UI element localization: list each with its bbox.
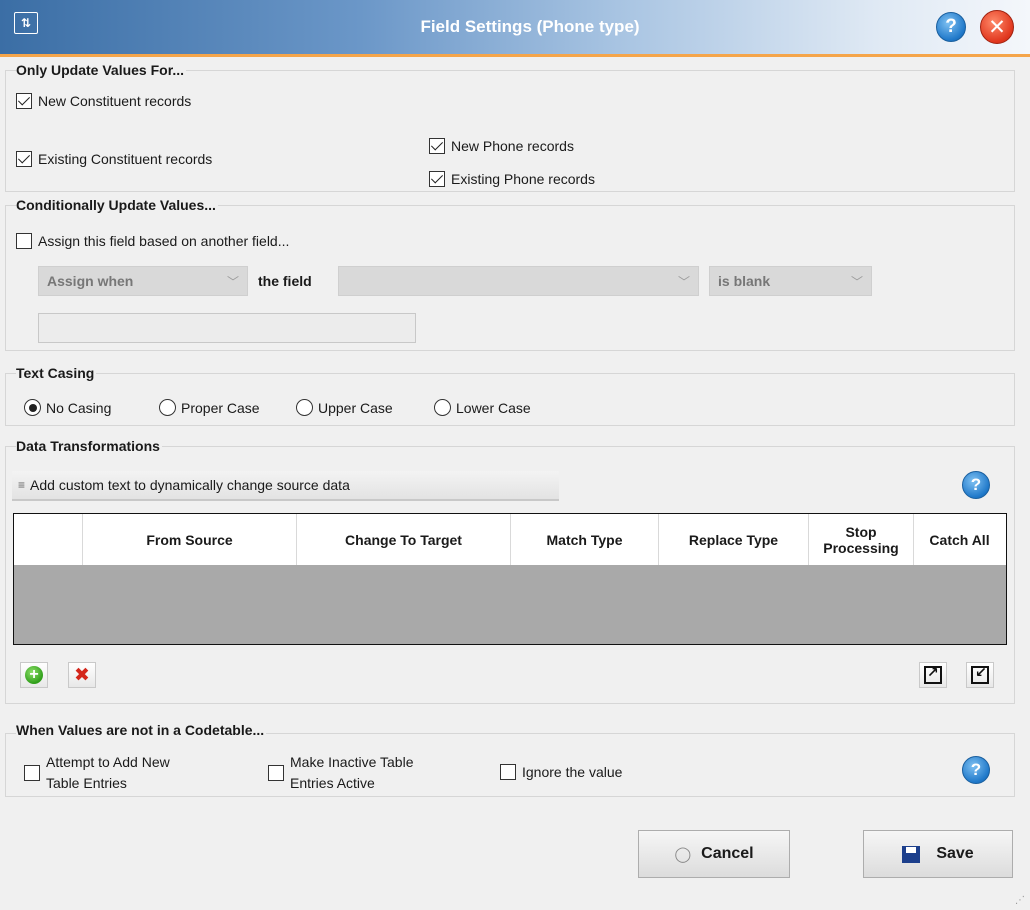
existing-constituent-label: Existing Constituent records bbox=[38, 151, 213, 167]
plus-circle-icon: + bbox=[25, 666, 43, 684]
title-bar: ⇅ Field Settings (Phone type) ? ✕ bbox=[0, 0, 1030, 57]
transformations-table[interactable]: From Source Change To Target Match Type … bbox=[13, 513, 1007, 645]
make-active-label: Make Inactive Table Entries Active bbox=[290, 752, 413, 794]
checkbox-box[interactable] bbox=[24, 765, 40, 781]
radio-label: Upper Case bbox=[318, 399, 393, 416]
radio-label: Lower Case bbox=[456, 399, 531, 416]
checkbox-box[interactable] bbox=[429, 171, 445, 187]
radio-lower-case[interactable]: Lower Case bbox=[434, 399, 531, 416]
assign-field-checkbox[interactable]: Assign this field based on another field… bbox=[16, 233, 289, 249]
attempt-add-checkbox[interactable]: Attempt to Add New Table Entries bbox=[24, 752, 170, 794]
chevron-down-icon: ﹀ bbox=[226, 275, 239, 289]
column-header[interactable]: From Source bbox=[83, 514, 297, 565]
radio-label: No Casing bbox=[46, 399, 112, 416]
new-constituent-checkbox[interactable]: New Constituent records bbox=[16, 93, 191, 109]
add-custom-text-label: Add custom text to dynamically change so… bbox=[30, 477, 350, 493]
radio-label: Proper Case bbox=[181, 399, 260, 416]
help-icon[interactable]: ? bbox=[962, 756, 990, 784]
ignore-value-checkbox[interactable]: Ignore the value bbox=[500, 764, 622, 780]
radio-proper-case[interactable]: Proper Case bbox=[159, 399, 260, 416]
save-label: Save bbox=[936, 845, 974, 862]
checkbox-box[interactable] bbox=[268, 765, 284, 781]
checkbox-box[interactable] bbox=[500, 764, 516, 780]
help-icon[interactable]: ? bbox=[936, 12, 966, 42]
column-header[interactable]: Change To Target bbox=[297, 514, 511, 565]
make-active-line2: Entries Active bbox=[290, 775, 375, 791]
assign-when-select[interactable]: Assign when ﹀ bbox=[38, 266, 248, 296]
codetable-title: When Values are not in a Codetable... bbox=[16, 722, 267, 738]
help-icon[interactable]: ? bbox=[962, 471, 990, 499]
delete-row-button[interactable]: ✖ bbox=[68, 662, 96, 688]
radio-no-casing[interactable]: No Casing bbox=[24, 399, 111, 416]
radio-button[interactable] bbox=[434, 399, 451, 416]
list-icon: ≡ bbox=[18, 478, 25, 492]
column-header[interactable]: Catch All bbox=[914, 514, 1005, 565]
column-header[interactable]: Stop Processing bbox=[809, 514, 914, 565]
radio-button[interactable] bbox=[296, 399, 313, 416]
condition-value: is blank bbox=[718, 273, 771, 289]
field-select[interactable]: ﹀ bbox=[338, 266, 699, 296]
close-icon[interactable]: ✕ bbox=[980, 10, 1014, 44]
radio-upper-case[interactable]: Upper Case bbox=[296, 399, 393, 416]
import-icon bbox=[971, 664, 989, 684]
checkbox-box[interactable] bbox=[16, 233, 32, 249]
save-button[interactable]: Save bbox=[863, 830, 1013, 878]
cancel-button[interactable]: ◯ Cancel bbox=[638, 830, 790, 878]
chevron-down-icon: ﹀ bbox=[850, 275, 863, 289]
radio-button[interactable] bbox=[159, 399, 176, 416]
new-constituent-label: New Constituent records bbox=[38, 93, 192, 109]
the-field-label: the field bbox=[258, 273, 312, 289]
ignore-value-label: Ignore the value bbox=[522, 764, 623, 780]
assign-when-value: Assign when bbox=[47, 273, 134, 289]
new-phone-label: New Phone records bbox=[451, 138, 574, 154]
only-update-title: Only Update Values For... bbox=[16, 62, 187, 78]
attempt-add-line1: Attempt to Add New bbox=[46, 754, 170, 770]
add-row-button[interactable]: + bbox=[20, 662, 48, 688]
attempt-add-line2: Table Entries bbox=[46, 775, 127, 791]
resize-grip-icon[interactable]: ⋰ bbox=[1015, 895, 1025, 906]
text-casing-title: Text Casing bbox=[16, 365, 97, 381]
chevron-down-icon: ﹀ bbox=[677, 275, 690, 289]
radio-button[interactable] bbox=[24, 399, 41, 416]
window-title: Field Settings (Phone type) bbox=[420, 17, 640, 36]
condition-select[interactable]: is blank ﹀ bbox=[709, 266, 872, 296]
column-header[interactable]: Replace Type bbox=[659, 514, 809, 565]
column-header[interactable]: Match Type bbox=[511, 514, 659, 565]
add-custom-text-button[interactable]: ≡ Add custom text to dynamically change … bbox=[12, 471, 559, 501]
export-icon bbox=[924, 664, 942, 684]
floppy-disk-icon bbox=[902, 845, 921, 863]
new-phone-checkbox[interactable]: New Phone records bbox=[429, 138, 574, 154]
import-button[interactable] bbox=[966, 662, 994, 688]
export-button[interactable] bbox=[919, 662, 947, 688]
transformations-title: Data Transformations bbox=[16, 438, 162, 454]
make-active-line1: Make Inactive Table bbox=[290, 754, 414, 770]
checkbox-box[interactable] bbox=[429, 138, 445, 154]
checkbox-box[interactable] bbox=[16, 151, 32, 167]
red-x-icon: ✖ bbox=[74, 664, 90, 686]
existing-constituent-checkbox[interactable]: Existing Constituent records bbox=[16, 151, 212, 167]
make-active-checkbox[interactable]: Make Inactive Table Entries Active bbox=[268, 752, 413, 794]
existing-phone-checkbox[interactable]: Existing Phone records bbox=[429, 171, 595, 187]
column-header[interactable] bbox=[14, 514, 83, 565]
checkbox-box[interactable] bbox=[16, 93, 32, 109]
assign-field-label: Assign this field based on another field… bbox=[38, 233, 290, 249]
table-header: From Source Change To Target Match Type … bbox=[14, 514, 1006, 565]
attempt-add-label: Attempt to Add New Table Entries bbox=[46, 752, 170, 794]
cancel-icon: ◯ bbox=[674, 846, 692, 863]
condition-value-input[interactable] bbox=[38, 313, 416, 343]
conditional-title: Conditionally Update Values... bbox=[16, 197, 218, 213]
existing-phone-label: Existing Phone records bbox=[451, 171, 595, 187]
cancel-label: Cancel bbox=[701, 845, 754, 862]
